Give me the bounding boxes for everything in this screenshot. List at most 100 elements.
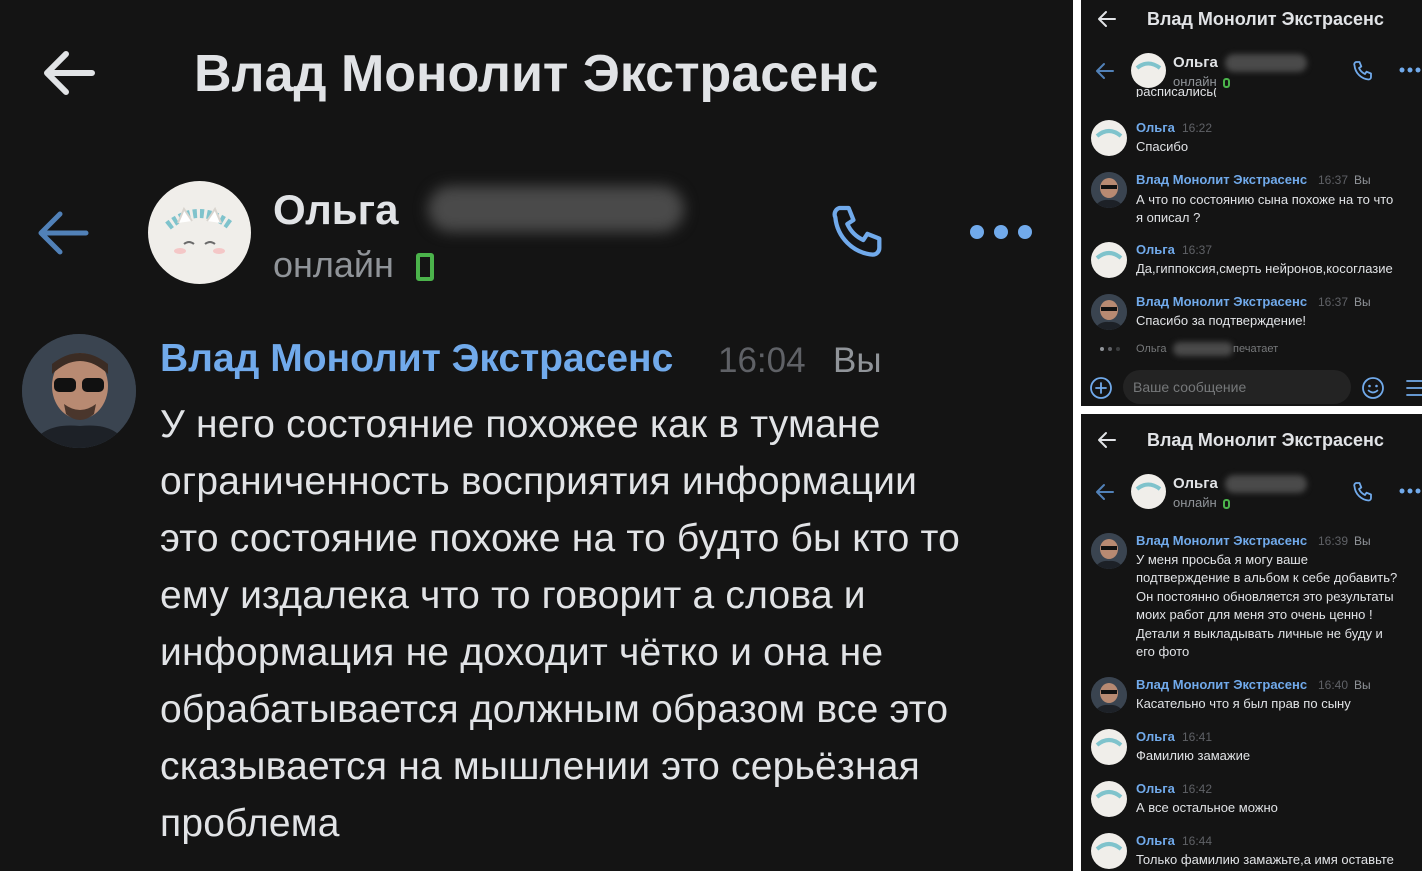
more-options-icon[interactable] (968, 220, 1034, 244)
typing-dots-icon (1100, 347, 1120, 351)
contact-avatar[interactable] (1131, 474, 1166, 509)
message-input[interactable]: Ваше сообщение (1123, 370, 1351, 404)
contact-status: онлайн (1173, 74, 1231, 89)
message-time: 16:22 (1182, 121, 1213, 135)
typing-status: печатает (1233, 343, 1279, 355)
you-label: Вы (1354, 173, 1371, 187)
chat-panel-top: Влад Монолит Экстрасенс Ольга онлайн рас… (1081, 0, 1422, 406)
contact-avatar[interactable] (1091, 833, 1127, 869)
message-text: У него состояние похожее как в тумане ог… (160, 396, 960, 852)
message-line: А что по состоянию сына похоже на то что (1136, 192, 1394, 207)
screen-title: Влад Монолит Экстрасенс (194, 45, 879, 103)
typing-name: Ольга (1136, 343, 1167, 355)
message-text: Фамилию замажие (1136, 748, 1251, 763)
message-time: 16:39 (1318, 534, 1349, 548)
redacted-surname (1225, 475, 1307, 493)
redacted-surname (1173, 342, 1233, 356)
back-arrow-icon[interactable] (36, 210, 90, 256)
phone-call-icon[interactable] (826, 200, 890, 264)
redacted-surname (428, 186, 684, 232)
message-text: У меня просьба я могу ваше подтверждение… (1136, 551, 1397, 661)
message-line: У него состояние похожее как в тумане (160, 403, 881, 446)
mobile-online-icon (1223, 77, 1231, 88)
message-author[interactable]: Ольга (1136, 729, 1175, 744)
back-arrow-icon[interactable] (42, 50, 96, 96)
cut-off-message: расписались( (1136, 88, 1218, 97)
phone-call-icon[interactable] (1351, 59, 1375, 83)
you-label: Вы (833, 341, 882, 380)
message-time: 16:04 (718, 341, 806, 380)
message-line: У меня просьба я могу ваше (1136, 552, 1308, 567)
message-line: моих работ для меня это очень ценно ! (1136, 607, 1373, 623)
contact-name: Ольга (1173, 475, 1218, 492)
message-time: 16:42 (1182, 782, 1213, 796)
message-author[interactable]: Влад Монолит Экстрасенс (1136, 172, 1307, 187)
message-text: Спасибо за подтверждение! (1136, 313, 1307, 328)
message-author[interactable]: Ольга (1136, 833, 1175, 848)
message-time: 16:44 (1182, 834, 1213, 848)
contact-status-text: онлайн (273, 244, 394, 285)
message-line: это состояние похоже на то будто бы кто … (160, 517, 961, 560)
message-author[interactable]: Влад Монолит Экстрасенс (160, 337, 673, 381)
message-line: ограниченность восприятия информации (160, 460, 918, 503)
contact-avatar[interactable] (1091, 729, 1127, 765)
mobile-online-icon (415, 253, 434, 282)
chat-panel-bottom: Влад Монолит Экстрасенс Ольга онлайн Вла… (1081, 414, 1422, 871)
message-line: информация не доходит чётко и она не (160, 631, 884, 674)
message-line: его фото (1136, 644, 1190, 660)
back-arrow-icon[interactable] (1095, 483, 1115, 501)
contact-status: онлайн (1173, 495, 1231, 510)
back-arrow-icon[interactable] (1097, 10, 1117, 28)
message-author[interactable]: Влад Монолит Экстрасенс (1136, 533, 1307, 548)
emoji-smile-icon[interactable] (1361, 376, 1385, 400)
contact-avatar[interactable] (1091, 781, 1127, 817)
message-author[interactable]: Ольга (1136, 120, 1175, 135)
message-line: подтверждение в альбом к себе добавить? (1136, 570, 1398, 586)
contact-status: онлайн (273, 244, 434, 286)
back-arrow-icon[interactable] (1095, 62, 1115, 80)
message-line: Детали я выкладывать личные не буду и (1136, 625, 1383, 641)
message-text: А все остальное можно (1136, 800, 1278, 815)
you-label: Вы (1354, 534, 1371, 548)
screen-title: Влад Монолит Экстрасенс (1147, 430, 1384, 450)
attach-plus-icon[interactable] (1089, 376, 1113, 400)
message-author[interactable]: Влад Монолит Экстрасенс (1136, 677, 1307, 692)
message-line: я описал ? (1136, 210, 1201, 225)
more-options-icon[interactable] (1399, 66, 1422, 74)
back-arrow-icon[interactable] (1097, 431, 1117, 449)
message-text: Да,гиппоксия,смерть нейронов,косоглазие (1136, 261, 1393, 276)
contact-name: Ольга (1173, 54, 1218, 71)
sender-avatar[interactable] (1091, 172, 1127, 208)
message-text: Касательно что я был прав по сыну (1136, 696, 1351, 711)
contact-status-text: онлайн (1173, 495, 1217, 510)
message-line: сказывается на мышлении это серьёзная (160, 745, 920, 788)
message-time: 16:37 (1182, 243, 1213, 257)
sender-avatar[interactable] (1091, 533, 1127, 569)
mobile-online-icon (1223, 498, 1231, 509)
you-label: Вы (1354, 678, 1371, 692)
more-options-icon[interactable] (1399, 487, 1422, 495)
message-author[interactable]: Ольга (1136, 242, 1175, 257)
message-text: Только фамилию замажьте,а имя оставьте (1136, 852, 1394, 867)
contact-avatar[interactable] (148, 181, 251, 284)
message-text: Спасибо (1136, 139, 1189, 154)
message-line: проблема (160, 802, 340, 845)
sender-avatar[interactable] (22, 334, 136, 448)
message-line: обрабатывается должным образом все это (160, 688, 949, 731)
phone-call-icon[interactable] (1351, 480, 1375, 504)
message-author[interactable]: Ольга (1136, 781, 1175, 796)
menu-icon[interactable] (1405, 378, 1422, 398)
contact-avatar[interactable] (1091, 120, 1127, 156)
sender-avatar[interactable] (1091, 677, 1127, 713)
message-time: 16:37 (1318, 295, 1349, 309)
message-author[interactable]: Влад Монолит Экстрасенс (1136, 294, 1307, 309)
message-line: ему издалека что то говорит а слова и (160, 574, 866, 617)
contact-avatar[interactable] (1131, 53, 1166, 88)
contact-status-text: онлайн (1173, 74, 1217, 89)
contact-avatar[interactable] (1091, 242, 1127, 278)
screen-title: Влад Монолит Экстрасенс (1147, 9, 1384, 29)
message-line: Он постоянно обновляется это результаты (1136, 588, 1394, 604)
sender-avatar[interactable] (1091, 294, 1127, 330)
redacted-surname (1225, 54, 1307, 72)
contact-name: Ольга (273, 186, 399, 233)
